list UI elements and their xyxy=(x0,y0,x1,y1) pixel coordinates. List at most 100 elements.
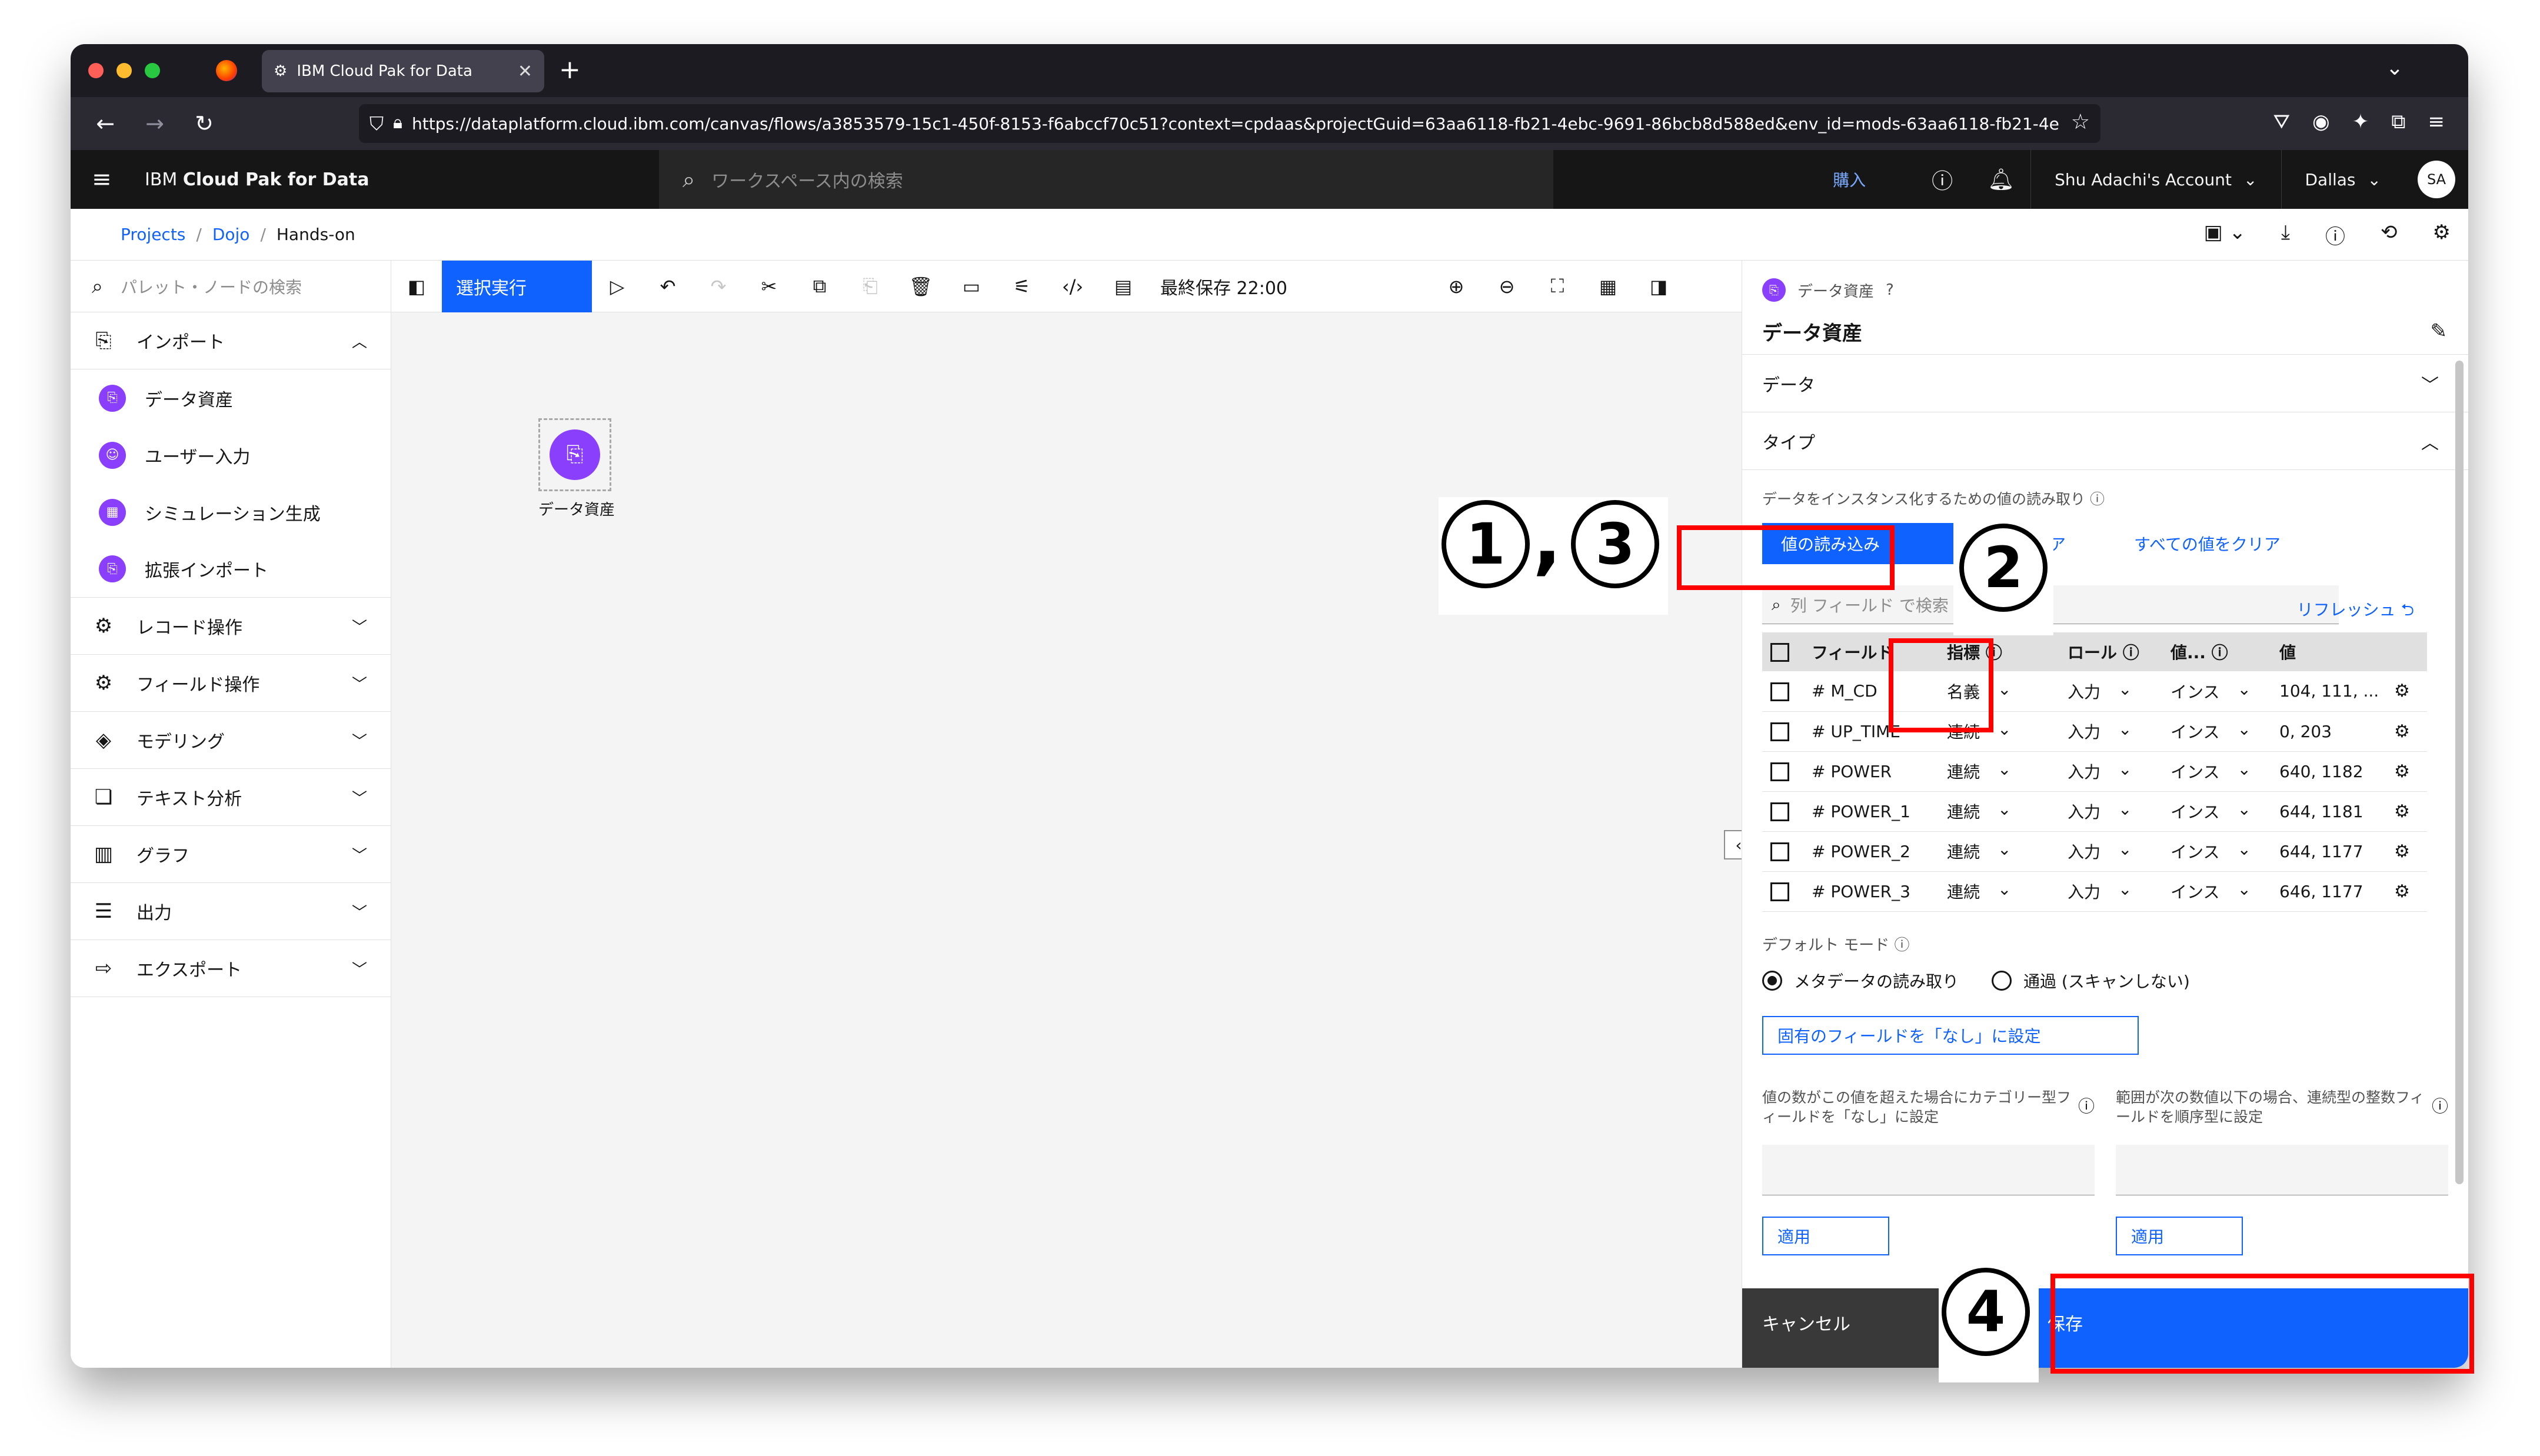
instance-cell[interactable]: インス ⌄ xyxy=(2162,791,2271,832)
lock-icon[interactable]: 🔒︎ xyxy=(393,112,402,133)
palette-category-export[interactable]: ⇨ エクスポート ﹀ xyxy=(71,940,391,997)
measure-cell[interactable]: 連続 ⌄ xyxy=(1939,791,2059,832)
row-settings-icon[interactable]: ⚙ xyxy=(2386,671,2427,712)
close-tab-icon[interactable]: ✕ xyxy=(518,61,532,82)
run-icon[interactable]: ▷ xyxy=(592,275,643,298)
table-row[interactable]: # UP_TIME 連続 ⌄ 入力 ⌄ インス ⌄ 0, 203 ⚙ xyxy=(1762,711,2427,752)
hamburger-menu-icon[interactable]: ≡ xyxy=(92,166,121,193)
panel-scrollbar[interactable] xyxy=(2455,361,2464,1184)
close-window-button[interactable] xyxy=(88,63,104,78)
info-icon[interactable]: ⓘ xyxy=(2212,643,2228,662)
grid-icon[interactable]: ▦ xyxy=(1583,275,1633,298)
palette-search[interactable]: ⌕ パレット・ノードの検索 xyxy=(71,261,391,312)
product-name[interactable]: IBM Cloud Pak for Data xyxy=(145,169,369,190)
delete-icon[interactable]: 🗑︎ xyxy=(896,275,946,298)
new-tab-icon[interactable]: + xyxy=(559,55,581,85)
redo-icon[interactable]: ↷ xyxy=(693,275,744,298)
flow-canvas[interactable]: ⎘ データ資産 ‹ xyxy=(391,312,1753,1368)
accordion-type[interactable]: タイプ ︿ xyxy=(1742,412,2468,470)
row-checkbox[interactable] xyxy=(1770,682,1789,701)
table-row[interactable]: # POWER 連続 ⌄ 入力 ⌄ インス ⌄ 640, 1182 ⚙ xyxy=(1762,751,2427,792)
role-cell[interactable]: 入力 ⌄ xyxy=(2059,791,2162,832)
bookmark-star-icon[interactable]: ☆ xyxy=(2071,110,2090,134)
comment-icon[interactable]: ▭ xyxy=(946,275,997,298)
refresh-link[interactable]: リフレッシュ ⮌ xyxy=(2297,597,2414,626)
browser-tab[interactable]: ⚙ IBM Cloud Pak for Data ✕ xyxy=(262,50,544,92)
measure-cell[interactable]: 連続 ⌄ xyxy=(1939,751,2059,792)
avatar[interactable]: SA xyxy=(2418,161,2455,198)
palette-node-user-input[interactable]: ☺ ユーザー入力 xyxy=(71,427,391,484)
ordinal-threshold-input[interactable] xyxy=(2116,1145,2448,1195)
password-extension-icon[interactable]: ◉ xyxy=(2312,110,2330,134)
row-checkbox[interactable] xyxy=(1770,802,1789,821)
row-settings-icon[interactable]: ⚙ xyxy=(2386,871,2427,912)
back-icon[interactable]: ← xyxy=(91,111,120,136)
table-row[interactable]: # POWER_2 連続 ⌄ 入力 ⌄ インス ⌄ 644, 1177 ⚙ xyxy=(1762,831,2427,872)
row-settings-icon[interactable]: ⚙ xyxy=(2386,711,2427,752)
column-header-values[interactable]: 値 xyxy=(2271,632,2386,671)
instance-cell[interactable]: インス ⌄ xyxy=(2162,751,2271,792)
accordion-data[interactable]: データ ﹀ xyxy=(1742,355,2468,412)
role-cell[interactable]: 入力 ⌄ xyxy=(2059,871,2162,912)
palette-category-import[interactable]: ⎘ インポート ︿ xyxy=(71,312,391,369)
buy-link[interactable]: 購入 xyxy=(1833,168,1866,191)
settings-sliders-icon[interactable]: ⚟ xyxy=(997,275,1047,298)
code-icon[interactable]: ‹/› xyxy=(1047,275,1098,298)
reload-icon[interactable]: ↻ xyxy=(189,111,219,136)
workspace-search[interactable]: ⌕ ワークスペース内の検索 xyxy=(659,150,1553,209)
side-panel-icon[interactable]: ◨ xyxy=(1633,275,1684,298)
apply-ordinal-button[interactable]: 適用 xyxy=(2116,1217,2243,1255)
tab-list-chevron-icon[interactable]: ⌄ xyxy=(2386,56,2403,80)
data-asset-node[interactable]: ⎘ xyxy=(538,418,611,491)
radio-read-metadata-label[interactable]: メタデータの読み取り xyxy=(1794,969,1959,992)
undo-icon[interactable]: ↶ xyxy=(643,275,693,298)
firefox-icon[interactable] xyxy=(216,60,237,81)
download-icon[interactable]: ⤓ xyxy=(2281,221,2290,249)
extensions-puzzle-icon[interactable]: ⧉ xyxy=(2391,110,2405,134)
extension-sparkle-icon[interactable]: ✦ xyxy=(2352,110,2369,134)
info-icon[interactable]: ⓘ xyxy=(1895,937,1910,954)
palette-category-record-ops[interactable]: ⚙ レコード操作 ﹀ xyxy=(71,598,391,655)
palette-node-extension-import[interactable]: ⎘ 拡張インポート xyxy=(71,541,391,598)
instance-cell[interactable]: インス ⌄ xyxy=(2162,711,2271,752)
radio-pass-through-label[interactable]: 通過 (スキャンしない) xyxy=(2023,969,2190,992)
minimize-window-button[interactable] xyxy=(116,63,132,78)
row-settings-icon[interactable]: ⚙ xyxy=(2386,791,2427,832)
row-checkbox[interactable] xyxy=(1770,882,1789,901)
breadcrumb-project[interactable]: Dojo xyxy=(212,225,250,244)
row-checkbox[interactable] xyxy=(1770,842,1789,861)
column-header-instance[interactable]: 値... ⓘ xyxy=(2162,632,2271,671)
copy-icon[interactable]: ⧉ xyxy=(794,275,845,298)
instance-cell[interactable]: インス ⌄ xyxy=(2162,831,2271,872)
help-icon[interactable]: ⓘ xyxy=(1913,164,1972,195)
address-bar[interactable]: ⛉ 🔒︎ https://dataplatform.cloud. ibm.com /… xyxy=(359,104,2100,143)
radio-read-metadata[interactable] xyxy=(1762,970,1782,991)
schedule-icon[interactable]: ▤ xyxy=(1098,275,1149,298)
palette-category-text-analysis[interactable]: ❏ テキスト分析 ﹀ xyxy=(71,769,391,826)
info-icon[interactable]: ⓘ xyxy=(2325,221,2345,249)
palette-node-simulation[interactable]: ▦ シミュレーション生成 xyxy=(71,484,391,541)
run-selection-button[interactable]: 選択実行 xyxy=(442,260,592,312)
table-row[interactable]: # M_CD 名義 ⌄ 入力 ⌄ インス ⌄ 104, 111, ... ⚙ xyxy=(1762,671,2427,712)
version-icon[interactable]: ▣ ⌄ xyxy=(2204,221,2246,249)
info-icon[interactable]: ⓘ xyxy=(2432,1094,2448,1117)
radio-pass-through[interactable] xyxy=(1992,970,2012,991)
edit-pencil-icon[interactable]: ✎ xyxy=(2431,319,2448,343)
row-checkbox[interactable] xyxy=(1770,722,1789,741)
table-row[interactable]: # POWER_3 連続 ⌄ 入力 ⌄ インス ⌄ 646, 1177 ⚙ xyxy=(1762,871,2427,912)
info-icon[interactable]: ⓘ xyxy=(2078,1094,2095,1117)
clear-all-values-link[interactable]: すべての値をクリア xyxy=(2134,532,2281,555)
column-header-role[interactable]: ロール ⓘ xyxy=(2059,632,2162,671)
palette-category-output[interactable]: ☰ 出力 ﹀ xyxy=(71,883,391,940)
menu-icon[interactable]: ≡ xyxy=(2428,110,2445,134)
zoom-in-icon[interactable]: ⊕ xyxy=(1431,275,1482,298)
fit-to-screen-icon[interactable]: ⛶ xyxy=(1532,275,1583,298)
row-checkbox[interactable] xyxy=(1770,762,1789,781)
zoom-out-icon[interactable]: ⊖ xyxy=(1482,275,1532,298)
notification-bell-icon[interactable]: 🔔︎ xyxy=(1972,167,2030,192)
instance-cell[interactable]: インス ⌄ xyxy=(2162,671,2271,712)
info-icon[interactable]: ⓘ xyxy=(2123,643,2139,662)
help-icon[interactable]: ? xyxy=(1886,281,1894,299)
cut-icon[interactable]: ✂ xyxy=(744,275,794,298)
info-icon[interactable]: ⓘ xyxy=(2090,491,2105,508)
